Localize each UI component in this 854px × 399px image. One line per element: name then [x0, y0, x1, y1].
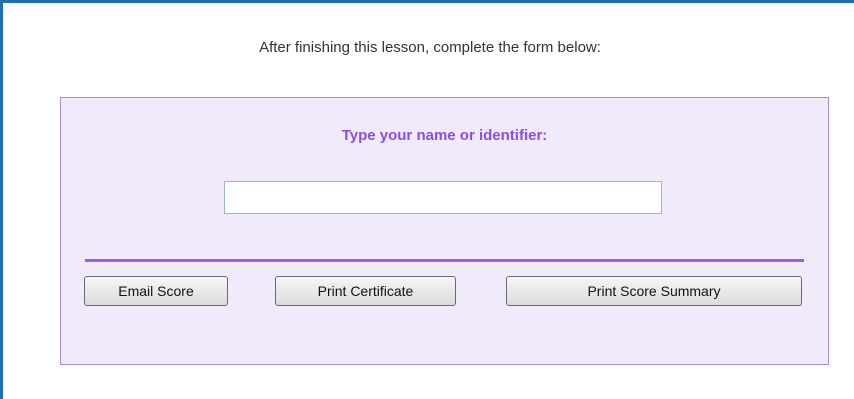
instruction-text: After finishing this lesson, complete th… [259, 39, 601, 56]
name-input[interactable] [224, 181, 662, 214]
form-divider [85, 259, 804, 262]
print-certificate-button[interactable]: Print Certificate [275, 276, 456, 306]
name-prompt-label: Type your name or identifier: [341, 127, 548, 144]
email-score-button[interactable]: Email Score [84, 276, 228, 306]
content-frame: After finishing this lesson, complete th… [0, 0, 854, 399]
print-score-summary-button[interactable]: Print Score Summary [506, 276, 802, 306]
score-form-panel: Type your name or identifier: Email Scor… [60, 97, 829, 365]
